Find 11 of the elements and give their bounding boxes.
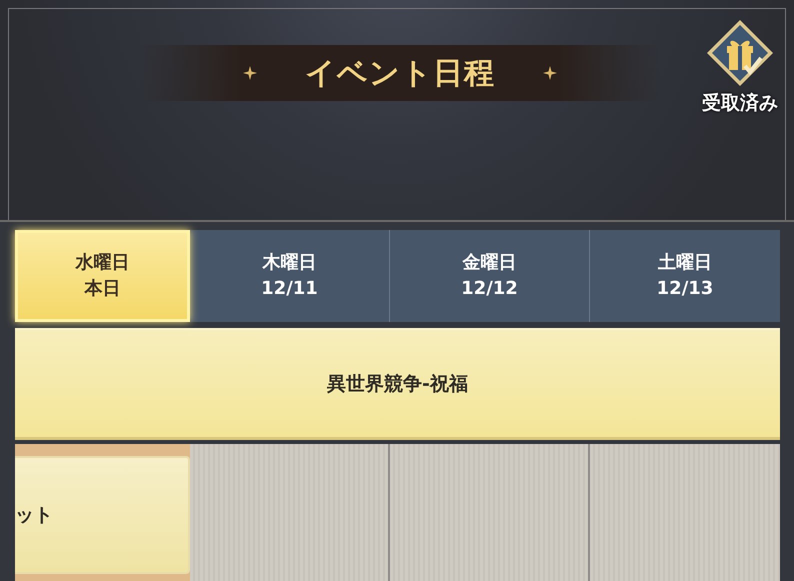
- sparkle-icon: [543, 66, 557, 80]
- event-bar[interactable]: 異世界競争-祝福: [15, 328, 780, 440]
- day-tab[interactable]: 水曜日 本日: [15, 230, 190, 322]
- sparkle-icon: [243, 66, 257, 80]
- event-card[interactable]: ット: [15, 456, 190, 574]
- badge-label: 受取済み: [702, 91, 778, 116]
- screen-title: イベント日程: [305, 54, 495, 92]
- day-tab[interactable]: 土曜日 12/13: [590, 230, 780, 322]
- day-tab[interactable]: 木曜日 12/11: [190, 230, 390, 322]
- gift-icon[interactable]: [705, 18, 775, 88]
- day-tab[interactable]: 金曜日 12/12: [390, 230, 590, 322]
